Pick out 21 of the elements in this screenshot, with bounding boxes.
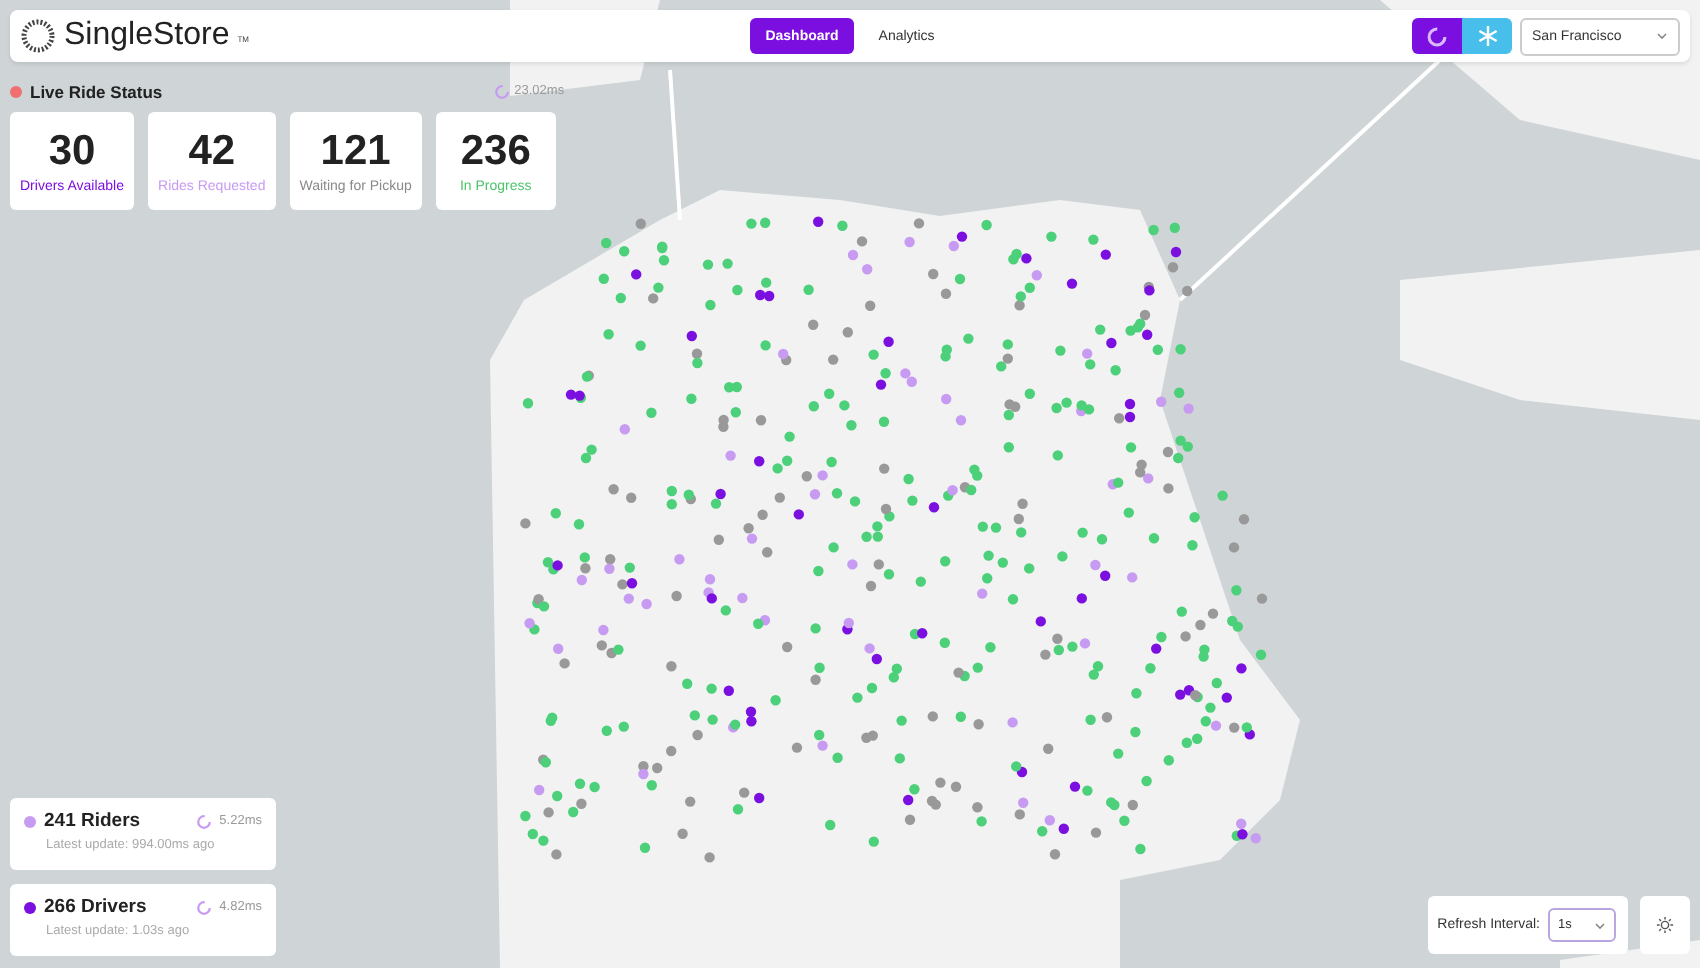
entity-count: 241 Riders xyxy=(44,810,143,832)
stat-value: 30 xyxy=(48,128,96,176)
snowflake-icon xyxy=(1477,26,1498,46)
loading-ring-icon xyxy=(195,813,212,829)
stat-value: 42 xyxy=(188,128,236,176)
loading-ring-icon xyxy=(195,899,212,915)
chevron-down-icon xyxy=(1656,32,1669,40)
loading-ring-icon xyxy=(494,83,511,99)
brand-logo-icon xyxy=(20,18,56,54)
chevron-down-icon xyxy=(1594,921,1606,929)
ring-toggle-button[interactable] xyxy=(1412,18,1463,54)
sun-icon xyxy=(1656,916,1674,934)
entity-count: 266 Drivers xyxy=(44,896,149,918)
section-title: Live Ride Status xyxy=(30,81,163,101)
theme-toggle-button[interactable] xyxy=(1640,896,1690,954)
stat-value: 121 xyxy=(320,128,391,176)
live-status-dot xyxy=(10,85,22,97)
loading-ring-icon xyxy=(1426,25,1449,47)
snowflake-toggle-button[interactable] xyxy=(1462,18,1513,54)
stat-value: 236 xyxy=(460,128,531,176)
brand-name: SingleStore xyxy=(64,18,230,54)
